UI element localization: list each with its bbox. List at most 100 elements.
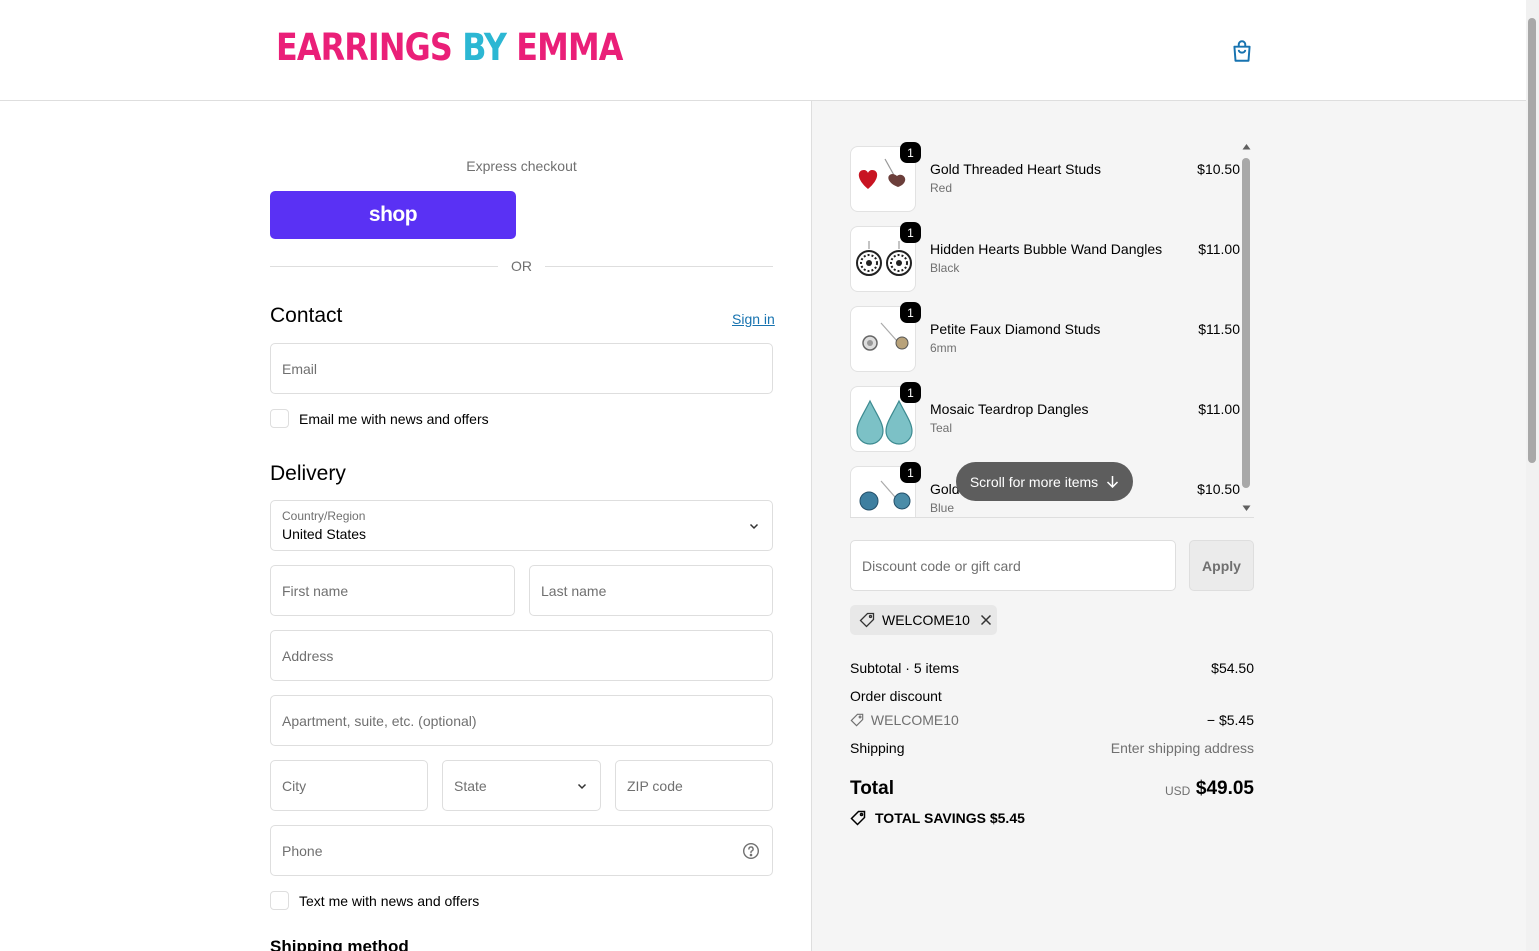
discount-amount: − $5.45 <box>1206 712 1254 728</box>
apartment-field[interactable]: Apartment, suite, etc. (optional) <box>270 695 773 746</box>
express-checkout-label: Express checkout <box>466 158 577 174</box>
scroll-for-more-button[interactable]: Scroll for more items <box>956 462 1133 501</box>
shipping-value: Enter shipping address <box>1110 740 1254 756</box>
cart-item: 1 Gold Threaded Heart Studs Red $10.50 <box>850 140 1240 212</box>
item-name: Gold Threaded Heart Studs <box>930 161 1101 177</box>
quantity-badge: 1 <box>900 382 921 403</box>
item-name: Hidden Hearts Bubble Wand Dangles <box>930 241 1163 257</box>
discount-placeholder: Discount code or gift card <box>862 557 1021 574</box>
product-thumbnail: 1 <box>850 142 921 212</box>
total-currency: USD <box>1165 784 1191 798</box>
cart-item: 1 Petite Faux Diamond Studs 6mm $11.50 <box>850 300 1240 372</box>
item-variant: Red <box>930 181 953 195</box>
product-thumbnail: 1 <box>850 302 921 372</box>
summary-discount-code: WELCOME10 <box>870 712 959 728</box>
zip-field[interactable]: ZIP code <box>615 760 773 811</box>
discount-code-field[interactable]: Discount code or gift card <box>850 540 1176 591</box>
zip-placeholder: ZIP code <box>627 777 683 794</box>
shipping-row: Shipping Enter shipping address <box>850 740 1254 756</box>
page-scrollbar-thumb[interactable] <box>1528 18 1536 463</box>
scroll-down-arrow-icon[interactable] <box>1242 505 1251 512</box>
quantity-badge: 1 <box>900 142 921 163</box>
last-name-field[interactable]: Last name <box>529 565 773 616</box>
country-label: Country/Region <box>282 509 366 523</box>
state-select[interactable]: State <box>442 760 601 811</box>
email-field[interactable]: Email <box>270 343 773 394</box>
email-news-option[interactable]: Email me with news and offers <box>270 409 489 428</box>
tag-icon <box>859 612 875 628</box>
address-field[interactable]: Address <box>270 630 773 681</box>
cart-item: 1 Mosaic Teardrop Dangles Teal $11.00 <box>850 380 1240 452</box>
item-variant: Teal <box>930 421 953 435</box>
quantity-badge: 1 <box>900 222 921 243</box>
subtotal-value: $54.50 <box>1211 660 1254 676</box>
item-variant: Black <box>930 261 960 275</box>
logo-text-by: BY <box>462 26 507 69</box>
logo-text-emma: EMMA <box>516 26 623 69</box>
scroll-up-arrow-icon[interactable] <box>1242 143 1251 150</box>
first-name-field[interactable]: First name <box>270 565 515 616</box>
shopping-bag-icon[interactable] <box>1229 38 1255 64</box>
shop-pay-button[interactable]: shop <box>270 191 516 239</box>
page-scrollbar[interactable] <box>1526 0 1539 951</box>
applied-code-text: WELCOME10 <box>882 612 970 628</box>
state-placeholder: State <box>454 777 487 794</box>
total-savings-text: TOTAL SAVINGS $5.45 <box>875 810 1025 826</box>
subtotal-label: Subtotal · 5 items <box>850 660 959 676</box>
item-name: Petite Faux Diamond Studs <box>930 321 1101 337</box>
cart-item: 1 Hidden Hearts Bubble Wand Dangles Blac… <box>850 220 1240 292</box>
arrow-down-icon <box>1107 476 1119 488</box>
remove-discount-icon[interactable] <box>980 614 992 626</box>
quantity-badge: 1 <box>900 302 921 323</box>
product-thumbnail: 1 <box>850 222 921 292</box>
discount-code-row: WELCOME10 − $5.45 <box>850 712 1254 728</box>
tag-icon <box>850 810 866 826</box>
total-savings: TOTAL SAVINGS $5.45 <box>850 810 1025 826</box>
subtotal-row: Subtotal · 5 items $54.50 <box>850 660 1254 676</box>
item-price: $11.50 <box>1198 321 1240 337</box>
product-thumbnail: 1 <box>850 382 921 452</box>
city-field[interactable]: City <box>270 760 428 811</box>
city-placeholder: City <box>282 777 307 794</box>
email-news-checkbox[interactable] <box>270 409 289 428</box>
order-discount-row: Order discount <box>850 688 1254 704</box>
sms-news-checkbox[interactable] <box>270 891 289 910</box>
item-price: $11.00 <box>1198 241 1240 257</box>
shipping-label: Shipping <box>850 740 905 756</box>
header: EARRINGS BY EMMA <box>0 0 1526 101</box>
phone-field[interactable]: Phone <box>270 825 773 876</box>
total-value: $49.05 <box>1195 778 1254 799</box>
email-placeholder: Email <box>282 360 318 377</box>
chevron-down-icon <box>577 783 587 789</box>
contact-title: Contact <box>270 304 343 327</box>
last-name-placeholder: Last name <box>541 582 607 599</box>
total-label: Total <box>850 778 894 799</box>
country-select[interactable]: Country/Region United States <box>270 500 773 551</box>
cart-items-scrollbar-thumb[interactable] <box>1242 158 1250 488</box>
shipping-method-title: Shipping method <box>270 937 409 951</box>
apply-discount-button[interactable]: Apply <box>1189 540 1254 591</box>
sign-in-link[interactable]: Sign in <box>732 311 775 327</box>
item-price: $11.00 <box>1198 401 1240 417</box>
cart-items-scrollbar[interactable] <box>1240 140 1253 518</box>
quantity-badge: 1 <box>900 462 921 483</box>
first-name-placeholder: First name <box>282 582 349 599</box>
delivery-title: Delivery <box>270 462 346 485</box>
help-circle-icon[interactable] <box>742 842 760 860</box>
order-discount-label: Order discount <box>850 688 942 704</box>
divider-line <box>270 266 498 267</box>
applied-discount-chip: WELCOME10 <box>850 605 997 635</box>
item-price: $10.50 <box>1197 481 1240 497</box>
chevron-down-icon <box>749 523 759 529</box>
or-label: OR <box>511 258 532 274</box>
country-value: United States <box>282 526 367 542</box>
logo-text-earrings: EARRINGS <box>276 26 453 69</box>
scroll-hint-label: Scroll for more items <box>969 473 1099 490</box>
store-logo[interactable]: EARRINGS BY EMMA <box>276 26 623 69</box>
item-name: Mosaic Teardrop Dangles <box>930 401 1089 417</box>
or-divider: OR <box>270 258 773 276</box>
sms-news-option[interactable]: Text me with news and offers <box>270 891 479 910</box>
email-news-label: Email me with news and offers <box>299 410 489 427</box>
product-thumbnail: 1 <box>850 462 921 517</box>
item-variant: 6mm <box>930 341 957 355</box>
